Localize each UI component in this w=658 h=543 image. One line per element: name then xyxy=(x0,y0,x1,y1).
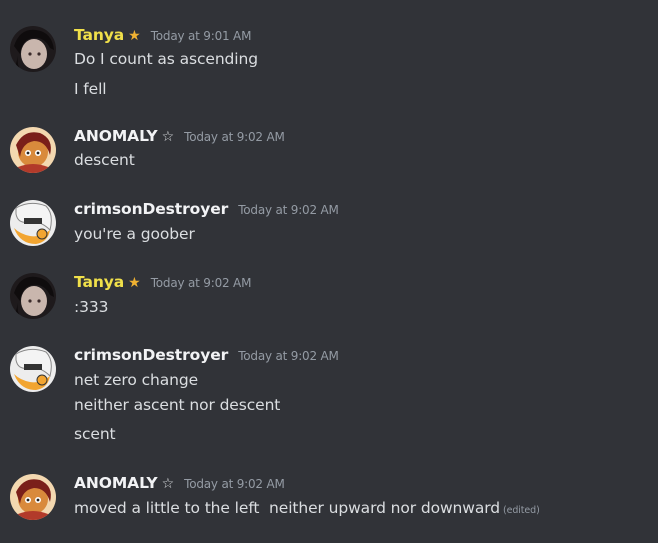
username[interactable]: Tanya xyxy=(74,273,124,291)
timestamp[interactable]: Today at 9:01 AM xyxy=(151,29,252,43)
username[interactable]: crimsonDestroyer xyxy=(74,346,228,364)
timestamp[interactable]: Today at 9:02 AM xyxy=(238,349,339,363)
tanya-avatar-icon xyxy=(10,273,56,319)
anomaly-avatar-icon xyxy=(10,127,56,173)
crimson-avatar-icon xyxy=(10,200,56,246)
username[interactable]: Tanya xyxy=(74,26,124,44)
message-header: crimsonDestroyer Today at 9:02 AM xyxy=(74,346,339,368)
message-text: scent xyxy=(74,425,116,443)
timestamp[interactable]: Today at 9:02 AM xyxy=(151,276,252,290)
message-text: neither ascent nor descent xyxy=(74,396,281,414)
anomaly-avatar-icon xyxy=(10,474,56,520)
message-text: moved a little to the left neither upwar… xyxy=(74,499,540,517)
edited-label: (edited) xyxy=(502,505,540,516)
user-avatar[interactable] xyxy=(10,273,56,319)
message-header: Tanya ★ Today at 9:02 AM xyxy=(74,273,251,295)
message-header: Tanya ★ Today at 9:01 AM xyxy=(74,26,251,48)
outline-star-badge-icon: ☆ xyxy=(161,476,175,492)
timestamp[interactable]: Today at 9:02 AM xyxy=(184,477,285,491)
user-avatar[interactable] xyxy=(10,200,56,246)
user-avatar[interactable] xyxy=(10,474,56,520)
timestamp[interactable]: Today at 9:02 AM xyxy=(238,203,339,217)
timestamp[interactable]: Today at 9:02 AM xyxy=(184,130,285,144)
tanya-avatar-icon xyxy=(10,26,56,72)
message-text: net zero change xyxy=(74,371,199,389)
username[interactable]: ANOMALY xyxy=(74,474,158,492)
username[interactable]: crimsonDestroyer xyxy=(74,200,228,218)
message-text: descent xyxy=(74,151,135,169)
message-header: ANOMALY ☆ Today at 9:02 AM xyxy=(74,474,285,496)
message-text: I fell xyxy=(74,80,107,98)
message-header: crimsonDestroyer Today at 9:02 AM xyxy=(74,200,339,222)
message-text-content: moved a little to the left neither upwar… xyxy=(74,499,500,517)
user-avatar[interactable] xyxy=(10,26,56,72)
user-avatar[interactable] xyxy=(10,127,56,173)
star-badge-icon: ★ xyxy=(128,28,141,44)
username[interactable]: ANOMALY xyxy=(74,127,158,145)
crimson-avatar-icon xyxy=(10,346,56,392)
message-text: you're a goober xyxy=(74,225,195,243)
message-text: Do I count as ascending xyxy=(74,50,258,68)
outline-star-badge-icon: ☆ xyxy=(161,129,175,145)
message-header: ANOMALY ☆ Today at 9:02 AM xyxy=(74,127,285,149)
message-text: :333 xyxy=(74,298,109,316)
star-badge-icon: ★ xyxy=(128,275,141,291)
user-avatar[interactable] xyxy=(10,346,56,392)
